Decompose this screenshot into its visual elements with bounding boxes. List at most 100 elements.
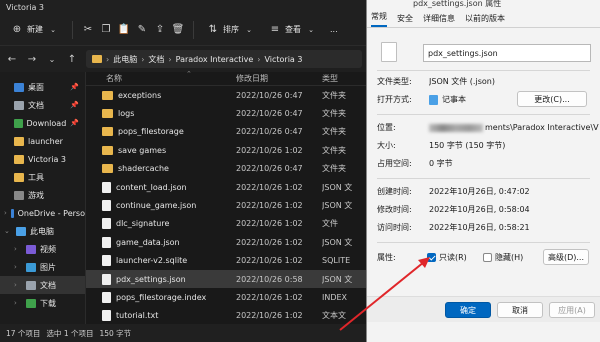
tab-general[interactable]: 常规 — [371, 11, 387, 27]
cut-icon[interactable]: ✂ — [81, 23, 95, 37]
more-button[interactable]: ... — [326, 22, 342, 37]
column-header-name[interactable]: 名称 — [86, 73, 236, 84]
file-type: 文本文 — [322, 311, 346, 321]
file-name: launcher-v2.sqlite — [116, 256, 188, 266]
file-row[interactable]: pdx_settings.json 2022/10/26 0:58 JSON 文 — [86, 269, 366, 289]
breadcrumb-item[interactable]: Victoria 3 — [264, 55, 302, 64]
sidebar-item[interactable]: ⌄ 此电脑 — [0, 222, 85, 240]
tab-security[interactable]: 安全 — [397, 13, 413, 27]
expand-icon[interactable]: › — [4, 209, 7, 217]
view-button[interactable]: ≡ 查看 ⌄ — [264, 20, 322, 40]
cancel-button[interactable]: 取消 — [497, 302, 543, 318]
file-row[interactable]: logs 2022/10/26 0:47 文件夹 — [86, 104, 366, 122]
delete-icon[interactable]: 🗑 — [171, 23, 185, 37]
sidebar-item[interactable]: › 图片 — [0, 258, 85, 276]
chevron-down-icon[interactable]: ⌄ — [46, 55, 58, 64]
column-header-type[interactable]: 类型 — [322, 73, 366, 84]
back-icon[interactable]: ← — [6, 54, 18, 65]
sidebar-item[interactable]: Download 📌 — [0, 114, 85, 132]
sidebar-item[interactable]: launcher — [0, 132, 85, 150]
created-value: 2022年10月26日, 0:47:02 — [429, 187, 530, 196]
file-row[interactable]: pops_filestorage 2022/10/26 0:47 文件夹 — [86, 123, 366, 141]
file-row[interactable]: tutorial.txt 2022/10/26 1:02 文本文 — [86, 307, 366, 325]
address-bar[interactable]: › 此电脑 › 文档 › Paradox Interactive › Victo… — [86, 50, 362, 68]
divider — [377, 114, 590, 115]
sidebar-item[interactable]: › 文档 — [0, 276, 85, 294]
change-button[interactable]: 更改(C)... — [517, 91, 587, 107]
sidebar-item[interactable]: › OneDrive - Perso — [0, 204, 85, 222]
file-name: pdx_settings.json — [116, 274, 186, 284]
file-name: logs — [118, 109, 135, 119]
file-name: content_load.json — [116, 182, 187, 192]
downloads-icon — [14, 118, 23, 128]
expand-icon[interactable]: ⌄ — [4, 227, 12, 235]
file-icon — [381, 42, 397, 62]
file-icon — [102, 273, 111, 285]
chevron-down-icon: ⌄ — [50, 25, 56, 34]
breadcrumb-item[interactable]: 文档 — [148, 54, 164, 65]
apply-button[interactable]: 应用(A) — [549, 302, 595, 318]
new-button[interactable]: ⊕ 新建 ⌄ — [6, 20, 64, 40]
file-list-header: ⌃ 名称 修改日期 类型 — [86, 70, 366, 86]
hidden-checkbox[interactable]: 隐藏(H) — [483, 252, 523, 263]
dialog-title: pdx_settings.json 属性 — [413, 0, 502, 8]
sidebar-item-label: 桌面 — [28, 82, 44, 92]
file-date: 2022/10/26 1:02 — [236, 292, 303, 302]
sidebar-item[interactable]: 游戏 — [0, 186, 85, 204]
copy-icon[interactable]: ❐ — [99, 23, 113, 37]
advanced-button[interactable]: 高级(D)... — [543, 249, 589, 265]
documents-icon — [14, 100, 24, 110]
file-row[interactable]: save games 2022/10/26 1:02 文件夹 — [86, 141, 366, 159]
file-row[interactable]: exceptions 2022/10/26 0:47 文件夹 — [86, 86, 366, 104]
file-name-cell: shadercache — [86, 164, 236, 174]
sidebar-item[interactable]: 工具 — [0, 168, 85, 186]
share-icon[interactable]: ⇪ — [153, 23, 167, 37]
file-row[interactable]: launcher-v2.sqlite 2022/10/26 1:02 SQLITE — [86, 252, 366, 270]
file-row[interactable]: continue_game.json 2022/10/26 1:02 JSON 文 — [86, 196, 366, 214]
sort-button[interactable]: ⇅ 排序 ⌄ — [202, 20, 260, 40]
column-header-date[interactable]: 修改日期 — [236, 73, 322, 84]
file-row[interactable]: content_load.json 2022/10/26 1:02 JSON 文 — [86, 178, 366, 196]
sidebar-item[interactable]: › 下载 — [0, 294, 85, 312]
general-tab-panel: pdx_settings.json 文件类型: JSON 文件 (.json) … — [367, 28, 600, 322]
sidebar-item[interactable]: 文档 📌 — [0, 96, 85, 114]
tab-previous-versions[interactable]: 以前的版本 — [465, 13, 505, 27]
expand-icon[interactable]: › — [14, 281, 22, 289]
file-type: JSON 文 — [322, 182, 353, 192]
breadcrumb-item[interactable]: 此电脑 — [113, 54, 137, 65]
desktop-icon — [14, 82, 24, 92]
file-date: 2022/10/26 0:47 — [236, 127, 303, 137]
expand-icon[interactable]: › — [14, 299, 22, 307]
accessed-label: 访问时间: — [377, 223, 412, 232]
up-icon[interactable]: ↑ — [66, 54, 78, 65]
file-type: JSON 文 — [322, 201, 353, 211]
file-name-cell: exceptions — [86, 90, 236, 100]
file-type: 文件 — [322, 219, 338, 229]
pin-icon: 📌 — [70, 83, 79, 91]
file-name-cell: pops_filestorage.index — [86, 291, 236, 303]
file-name: pops_filestorage.index — [116, 292, 207, 302]
file-row[interactable]: dlc_signature 2022/10/26 1:02 文件 — [86, 215, 366, 233]
file-row[interactable]: pops_filestorage.index 2022/10/26 1:02 IND… — [86, 288, 366, 306]
sidebar-item[interactable]: › 视频 — [0, 240, 85, 258]
sidebar-item[interactable]: 桌面 📌 — [0, 78, 85, 96]
rename-icon[interactable]: ✎ — [135, 23, 149, 37]
readonly-checkbox[interactable]: 只读(R) — [427, 252, 467, 263]
breadcrumb-item[interactable]: Paradox Interactive — [176, 55, 254, 64]
file-name: dlc_signature — [116, 219, 170, 229]
command-bar: ⊕ 新建 ⌄ ✂ ❐ 📋 ✎ ⇪ 🗑 ⇅ 排序 ⌄ ≡ 查看 ⌄ ... — [0, 14, 366, 46]
file-row[interactable]: game_data.json 2022/10/26 1:02 JSON 文 — [86, 233, 366, 251]
filename-field[interactable]: pdx_settings.json — [423, 44, 591, 62]
file-type: JSON 文 — [322, 274, 353, 284]
view-icon: ≡ — [270, 24, 280, 35]
paste-icon[interactable]: 📋 — [117, 23, 131, 37]
expand-icon[interactable]: › — [14, 263, 22, 271]
ok-button[interactable]: 确定 — [445, 302, 491, 318]
file-type: 文件夹 — [322, 127, 346, 137]
forward-icon[interactable]: → — [26, 54, 38, 65]
tab-details[interactable]: 详细信息 — [423, 13, 455, 27]
expand-icon[interactable]: › — [14, 245, 22, 253]
sidebar-item[interactable]: Victoria 3 — [0, 150, 85, 168]
sidebar-item-label: 视频 — [40, 244, 56, 254]
file-row[interactable]: shadercache 2022/10/26 0:47 文件夹 — [86, 160, 366, 178]
